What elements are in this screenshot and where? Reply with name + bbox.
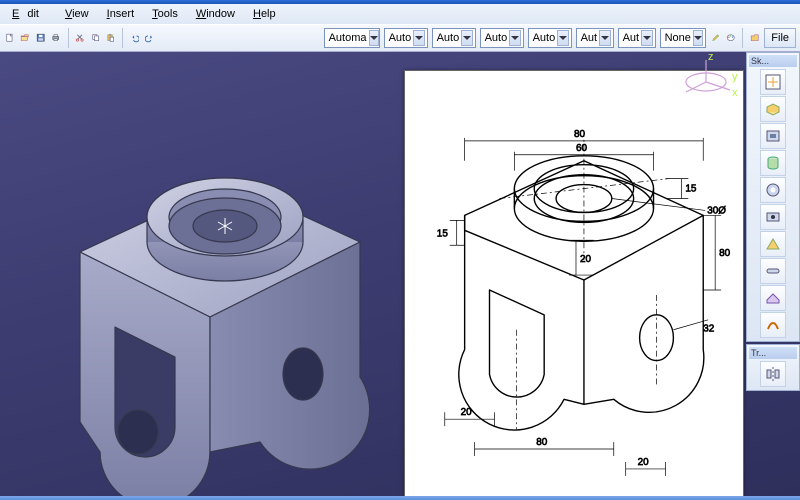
combo-auto-2[interactable]: Auto bbox=[384, 28, 428, 48]
main-toolbar: Automa Auto Auto Auto Auto Aut Aut None … bbox=[0, 24, 800, 52]
menu-window[interactable]: Window bbox=[188, 6, 243, 22]
mirror-icon[interactable] bbox=[760, 361, 786, 387]
stiffener-icon[interactable] bbox=[760, 285, 786, 311]
menu-tools[interactable]: Tools bbox=[144, 6, 186, 22]
combo-auto-4[interactable]: Auto bbox=[480, 28, 524, 48]
dim-cyl-height: 20 bbox=[580, 254, 592, 265]
statusbar bbox=[0, 496, 800, 500]
hole-icon[interactable] bbox=[760, 204, 786, 230]
shaft-icon[interactable] bbox=[760, 150, 786, 176]
combo-auto-6[interactable]: Aut bbox=[576, 28, 614, 48]
chevron-down-icon bbox=[461, 30, 472, 46]
viewport-3d[interactable]: 80 60 15 30Ø 15 20 80 bbox=[0, 52, 800, 496]
redo-icon[interactable] bbox=[144, 27, 155, 49]
combo-none[interactable]: None bbox=[660, 28, 706, 48]
chevron-down-icon bbox=[641, 30, 652, 46]
brush-icon[interactable] bbox=[710, 27, 721, 49]
dim-top-outer: 80 bbox=[574, 129, 586, 140]
dim-side-width: 80 bbox=[719, 248, 731, 259]
menu-insert[interactable]: Insert bbox=[99, 6, 143, 22]
combo-auto-5[interactable]: Auto bbox=[528, 28, 572, 48]
sketch-panel: Sk... bbox=[746, 52, 800, 342]
cut-icon[interactable] bbox=[74, 27, 85, 49]
menu-edit[interactable]: Edit bbox=[4, 6, 55, 22]
slot-icon[interactable] bbox=[760, 258, 786, 284]
axis-x-label: x bbox=[732, 87, 738, 99]
rib-icon[interactable] bbox=[760, 231, 786, 257]
dim-base-width: 80 bbox=[536, 437, 548, 448]
palette-icon[interactable] bbox=[725, 27, 736, 49]
pocket-icon[interactable] bbox=[760, 123, 786, 149]
dim-lug-offset: 20 bbox=[461, 407, 473, 418]
combo-auto-3[interactable]: Auto bbox=[432, 28, 476, 48]
axis-y-label: y bbox=[732, 71, 738, 83]
chevron-down-icon bbox=[509, 30, 520, 46]
transform-panel: Tr... bbox=[746, 344, 800, 391]
undo-icon[interactable] bbox=[129, 27, 140, 49]
file-button[interactable]: File bbox=[764, 28, 796, 48]
chevron-down-icon bbox=[413, 30, 424, 46]
combo-auto-7[interactable]: Aut bbox=[618, 28, 656, 48]
chevron-down-icon bbox=[599, 30, 610, 46]
axis-z-label: z bbox=[708, 52, 714, 63]
folder-icon[interactable] bbox=[749, 27, 760, 49]
multisection-icon[interactable] bbox=[760, 312, 786, 338]
chevron-down-icon bbox=[693, 30, 703, 46]
chevron-down-icon bbox=[369, 30, 379, 46]
menu-view[interactable]: View bbox=[57, 6, 97, 22]
chevron-down-icon bbox=[557, 30, 568, 46]
sketch-icon[interactable] bbox=[760, 69, 786, 95]
dim-lug-radius: 20 bbox=[638, 457, 650, 468]
axis-gizmo[interactable]: z y x bbox=[678, 56, 738, 100]
menubar: Edit View Insert Tools Window Help bbox=[0, 4, 800, 24]
right-dock: Sk... Tr... bbox=[746, 52, 800, 496]
pad-icon[interactable] bbox=[760, 96, 786, 122]
menu-help[interactable]: Help bbox=[245, 6, 284, 22]
model-3d bbox=[20, 122, 400, 496]
dim-front-drop: 15 bbox=[437, 228, 449, 239]
dim-top-inner: 60 bbox=[576, 143, 588, 154]
dim-hole-dia: 32 bbox=[703, 324, 715, 335]
groove-icon[interactable] bbox=[760, 177, 786, 203]
technical-drawing: 80 60 15 30Ø 15 20 80 bbox=[404, 70, 744, 496]
open-icon[interactable] bbox=[19, 27, 30, 49]
paste-icon[interactable] bbox=[105, 27, 116, 49]
sketch-panel-title: Sk... bbox=[749, 55, 797, 67]
combo-auto-1[interactable]: Automa bbox=[324, 28, 380, 48]
copy-icon[interactable] bbox=[90, 27, 101, 49]
print-icon[interactable] bbox=[50, 27, 61, 49]
dim-boss-height: 15 bbox=[685, 184, 697, 195]
dim-boss-dia: 30Ø bbox=[707, 205, 726, 216]
transform-panel-title: Tr... bbox=[749, 347, 797, 359]
new-icon[interactable] bbox=[4, 27, 15, 49]
save-icon[interactable] bbox=[35, 27, 46, 49]
